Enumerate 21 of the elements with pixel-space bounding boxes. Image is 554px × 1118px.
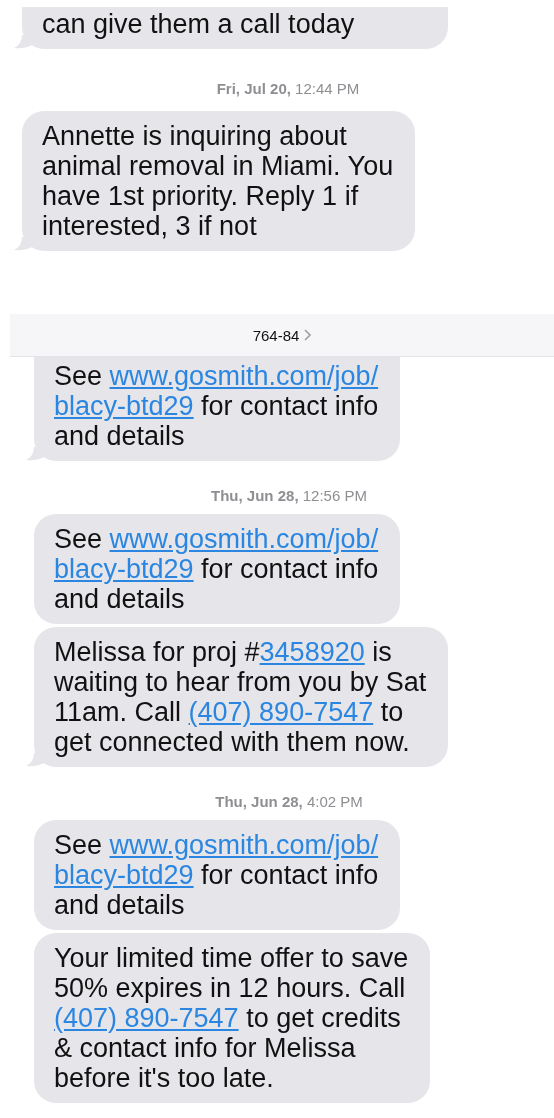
message-text: Your limited time offer to save 50% expires in 12 hours. Call (407) 890-7547 to get credits & contact info for Melissa before it's too late.	[54, 943, 409, 1093]
contact-name[interactable]: 764-84	[252, 326, 300, 344]
message-text: See www.gosmith.com/job/ blacy-btd29 for contact info and details	[54, 524, 379, 614]
chevron-right-icon[interactable]	[304, 329, 312, 341]
link[interactable]: blacy-btd29	[54, 554, 194, 584]
message-text: Annette is inquiring about animal removal in Miami. You have 1st priority. Reply 1 if interested, 3 if not	[42, 121, 394, 241]
timestamp: Thu, Jun 28, 4:02 PM	[214, 793, 364, 810]
link[interactable]: blacy-btd29	[54, 860, 194, 890]
link[interactable]: www.gosmith.com/job/	[109, 361, 379, 391]
message-text: See www.gosmith.com/job/ blacy-btd29 for contact info and details	[54, 361, 379, 451]
message-text: can give them a call today	[42, 9, 356, 39]
timestamp: Thu, Jun 28, 12:56 PM	[210, 487, 368, 504]
link[interactable]: www.gosmith.com/job/	[109, 524, 379, 554]
link[interactable]: (407) 890-7547	[188, 697, 374, 727]
link[interactable]: www.gosmith.com/job/	[109, 830, 379, 860]
link[interactable]: blacy-btd29	[54, 391, 194, 421]
message-text: Melissa for proj #3458920 is waiting to hear from you by Sat 11am. Call (407) 890-7547 to get connected with them now.	[54, 637, 427, 757]
link[interactable]: 3458920	[259, 637, 365, 667]
message-text: See www.gosmith.com/job/ blacy-btd29 for contact info and details	[54, 830, 379, 920]
timestamp: Fri, Jul 20, 12:44 PM	[215, 80, 361, 97]
link[interactable]: (407) 890-7547	[54, 1003, 239, 1033]
